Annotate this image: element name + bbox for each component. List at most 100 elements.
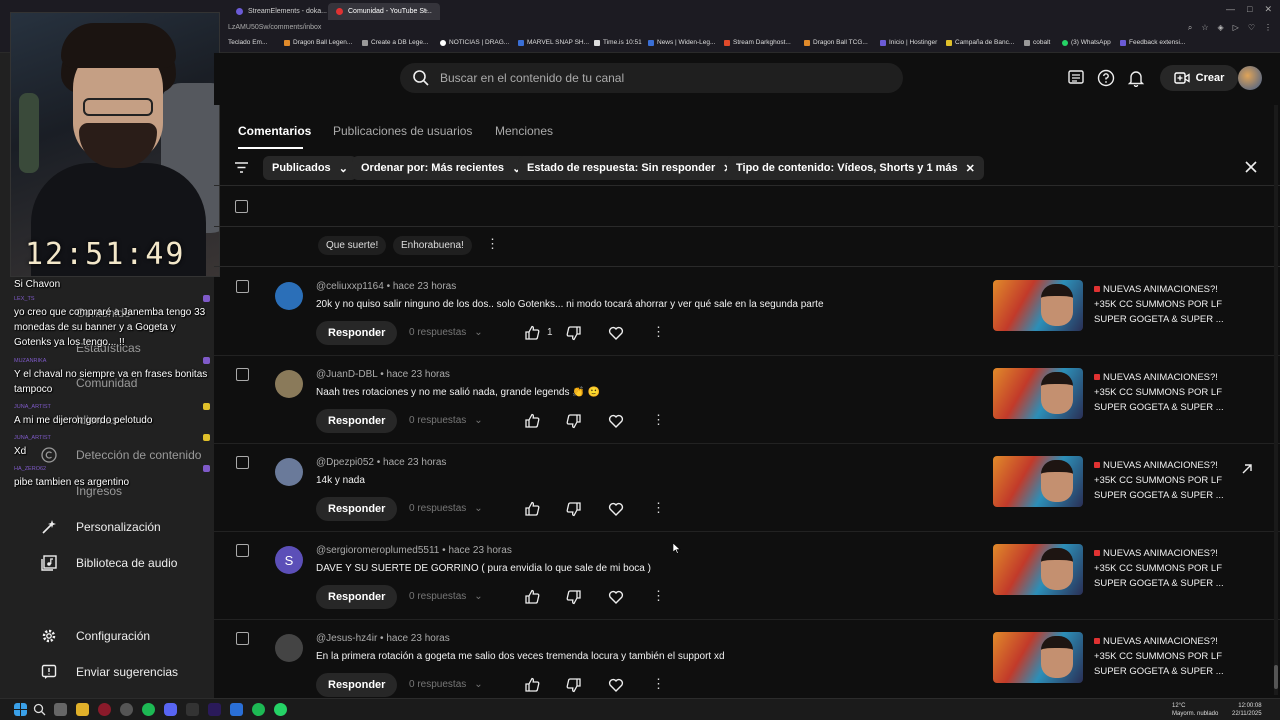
select-all-checkbox[interactable]: [235, 200, 248, 213]
dislike-icon[interactable]: [566, 413, 582, 429]
app-icon[interactable]: [120, 703, 133, 716]
video-thumbnail[interactable]: [993, 456, 1083, 507]
commenter-avatar[interactable]: [275, 458, 303, 486]
comment-author[interactable]: @sergioromeroplumed5511: [316, 545, 439, 556]
like-icon[interactable]: [524, 413, 540, 429]
dislike-icon[interactable]: [566, 589, 582, 605]
sidebar-item-feedback[interactable]: Enviar sugerencias: [40, 662, 178, 682]
comment-checkbox[interactable]: [236, 456, 249, 469]
filter-sort[interactable]: Ordenar por: Más recientes ⌄: [352, 156, 531, 180]
heart-icon[interactable]: [608, 325, 624, 341]
bell-icon[interactable]: [1127, 69, 1145, 87]
reply-button[interactable]: Responder: [316, 673, 398, 697]
spotify-icon[interactable]: [252, 703, 265, 716]
heart-icon[interactable]: ♡: [1248, 23, 1255, 33]
bookmark-item[interactable]: Dragon Ball TCG...: [804, 39, 868, 46]
comment-more-icon[interactable]: ⋮: [652, 676, 665, 692]
filter-content-type[interactable]: Tipo de contenido: Vídeos, Shorts y 1 má…: [727, 156, 984, 180]
discord-icon[interactable]: [164, 703, 177, 716]
comment-checkbox[interactable]: [236, 280, 249, 293]
video-title[interactable]: NUEVAS ANIMACIONES?! +35K CC SUMMONS POR…: [1094, 546, 1224, 591]
reply-button[interactable]: Responder: [316, 409, 398, 433]
weather-widget[interactable]: 12°C Mayorm. nublado: [1172, 702, 1218, 718]
premiere-icon[interactable]: [208, 703, 221, 716]
scrollbar[interactable]: [1274, 105, 1278, 695]
bookmark-item[interactable]: Teclado Em...: [228, 39, 267, 46]
dislike-icon[interactable]: [566, 677, 582, 693]
video-thumbnail[interactable]: [993, 544, 1083, 595]
bookmark-item[interactable]: Time.is 10:51: [594, 39, 642, 46]
quick-reply-button[interactable]: Que suerte!: [318, 236, 387, 255]
scrollbar-thumb[interactable]: [1274, 665, 1278, 689]
comment-author[interactable]: @Jesus-hz4ir: [316, 633, 377, 644]
bookmark-item[interactable]: Stream Darkghost...: [724, 39, 791, 46]
video-title[interactable]: NUEVAS ANIMACIONES?! +35K CC SUMMONS POR…: [1094, 370, 1224, 415]
bookmark-item[interactable]: MARVEL SNAP SH...: [518, 39, 589, 46]
clock-widget[interactable]: 12:00:08 22/11/2025: [1232, 702, 1262, 718]
comment-more-icon[interactable]: ⋮: [652, 588, 665, 604]
sidebar-item-audio-library[interactable]: Biblioteca de audio: [40, 553, 177, 573]
bookmark-star-icon[interactable]: ☆: [1201, 23, 1208, 33]
comment-checkbox[interactable]: [236, 368, 249, 381]
close-window-icon[interactable]: ✕: [1264, 4, 1272, 15]
channel-avatar[interactable]: [1238, 66, 1262, 90]
open-external-icon[interactable]: [1240, 462, 1254, 476]
spotify-icon[interactable]: [142, 703, 155, 716]
bookmark-item[interactable]: Feedback extensi...: [1120, 39, 1185, 46]
replies-toggle[interactable]: 0 respuestas ⌄: [409, 415, 483, 426]
reply-button[interactable]: Responder: [316, 321, 398, 345]
replies-toggle[interactable]: 0 respuestas ⌄: [409, 327, 483, 338]
filter-reply-status[interactable]: Estado de respuesta: Sin responder✕: [518, 156, 742, 180]
menu-icon[interactable]: ⋮: [1264, 23, 1272, 33]
comment-author[interactable]: @Dpezpi052: [316, 457, 374, 468]
zoom-icon[interactable]: ⌕: [1188, 23, 1192, 33]
bookmark-item[interactable]: NOTICIAS | DRAG...: [440, 39, 509, 46]
comment-more-icon[interactable]: ⋮: [652, 500, 665, 516]
maximize-icon[interactable]: □: [1247, 4, 1252, 15]
app-icon[interactable]: [230, 703, 243, 716]
help-icon[interactable]: [1097, 69, 1115, 87]
video-title[interactable]: NUEVAS ANIMACIONES?! +35K CC SUMMONS POR…: [1094, 634, 1224, 679]
close-icon[interactable]: ✕: [966, 162, 975, 175]
browser-tab[interactable]: StreamElements - doka...: [228, 3, 335, 20]
video-thumbnail[interactable]: [993, 368, 1083, 419]
like-icon[interactable]: [524, 589, 540, 605]
heart-icon[interactable]: [608, 589, 624, 605]
play-icon[interactable]: ▷: [1233, 23, 1239, 33]
minimize-icon[interactable]: —: [1226, 4, 1235, 15]
search-input[interactable]: Buscar en el contenido de tu canal: [400, 63, 903, 93]
tab-user-posts[interactable]: Publicaciones de usuarios: [333, 124, 472, 138]
feedback-message-icon[interactable]: [1067, 69, 1085, 87]
commenter-avatar[interactable]: [275, 370, 303, 398]
obs-icon[interactable]: [186, 703, 199, 716]
filter-icon[interactable]: [234, 161, 249, 174]
bookmark-item[interactable]: Dragon Ball Legen...: [284, 39, 352, 46]
like-icon[interactable]: [524, 501, 540, 517]
bookmark-item[interactable]: cobalt: [1024, 39, 1050, 46]
clear-filters-icon[interactable]: [1244, 160, 1258, 174]
tab-comments[interactable]: Comentarios: [238, 124, 311, 138]
opera-browser-icon[interactable]: [98, 703, 111, 716]
reply-button[interactable]: Responder: [316, 585, 398, 609]
reply-button[interactable]: Responder: [316, 497, 398, 521]
bookmark-item[interactable]: Campaña de Banc...: [946, 39, 1014, 46]
video-thumbnail[interactable]: [993, 280, 1083, 331]
commenter-avatar[interactable]: S: [275, 546, 303, 574]
new-tab-button[interactable]: +: [420, 3, 432, 20]
video-thumbnail[interactable]: [993, 632, 1083, 683]
dislike-icon[interactable]: [566, 325, 582, 341]
commenter-avatar[interactable]: [275, 634, 303, 662]
comment-author[interactable]: @JuanD-DBL: [316, 369, 377, 380]
heart-icon[interactable]: [608, 413, 624, 429]
bookmark-item[interactable]: (3) WhatsApp: [1062, 39, 1111, 46]
tab-mentions[interactable]: Menciones: [495, 124, 553, 138]
heart-icon[interactable]: [608, 501, 624, 517]
heart-icon[interactable]: [608, 677, 624, 693]
comment-checkbox[interactable]: [236, 544, 249, 557]
replies-toggle[interactable]: 0 respuestas ⌄: [409, 679, 483, 690]
video-title[interactable]: NUEVAS ANIMACIONES?! +35K CC SUMMONS POR…: [1094, 458, 1224, 503]
comment-more-icon[interactable]: ⋮: [652, 324, 665, 340]
extension-icon[interactable]: ◈: [1218, 23, 1224, 33]
bookmark-item[interactable]: Create a DB Lege...: [362, 39, 428, 46]
replies-toggle[interactable]: 0 respuestas ⌄: [409, 591, 483, 602]
